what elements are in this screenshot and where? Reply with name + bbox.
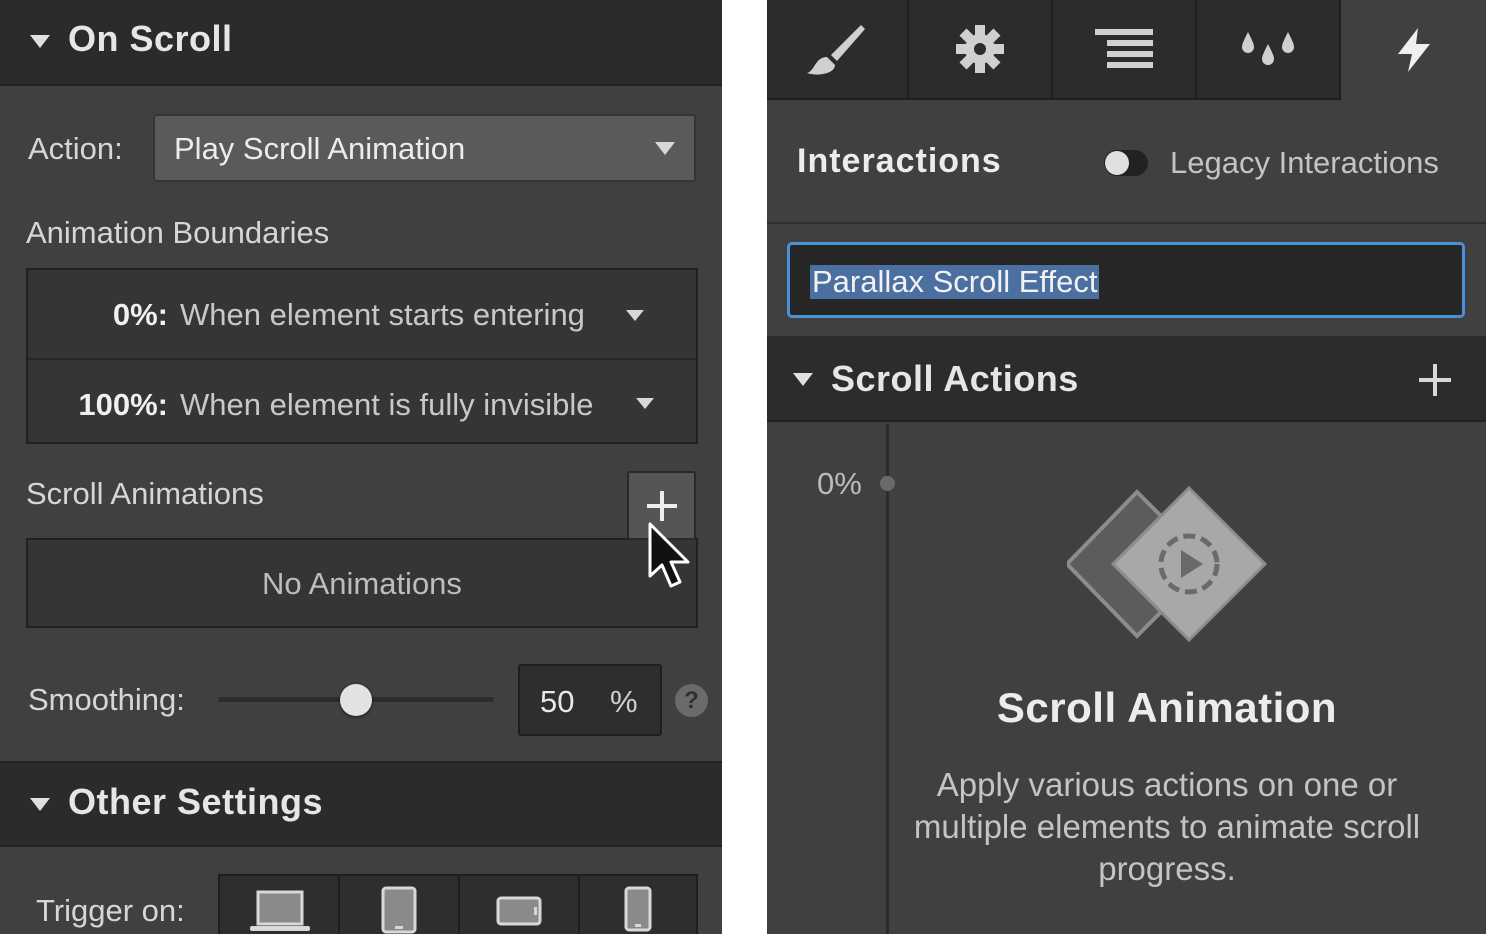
collapse-triangle-icon xyxy=(793,373,813,386)
boundary-end-percent: 100%: xyxy=(78,387,168,422)
brush-icon xyxy=(807,25,865,75)
align-icon xyxy=(1095,29,1153,68)
scroll-animation-icon xyxy=(1067,485,1267,643)
laptop-icon xyxy=(250,890,310,931)
trigger-device-selector xyxy=(218,874,698,934)
tab-style[interactable] xyxy=(767,0,909,100)
empty-state-title: Scroll Animation xyxy=(996,684,1338,731)
lightning-icon xyxy=(1397,28,1430,72)
help-icon[interactable]: ? xyxy=(675,684,708,717)
boundary-end-row[interactable]: 100%: When element is fully invisible xyxy=(28,358,696,446)
legacy-interactions-toggle[interactable] xyxy=(1104,150,1148,176)
smoothing-value: 50 xyxy=(540,684,575,719)
trigger-on-label: Trigger on: xyxy=(36,893,185,928)
boundary-end-text: When element is fully invisible xyxy=(180,387,594,422)
legacy-interactions-label: Legacy Interactions xyxy=(1170,145,1439,180)
action-select[interactable]: Play Scroll Animation xyxy=(153,114,696,182)
panel-tabs xyxy=(767,0,1486,102)
action-label: Action: xyxy=(28,131,123,166)
mouse-cursor-icon xyxy=(648,522,690,588)
action-select-value: Play Scroll Animation xyxy=(174,131,466,166)
boundary-start-text: When element starts entering xyxy=(180,297,585,332)
no-animations-text: No Animations xyxy=(262,566,462,601)
smoothing-value-input[interactable]: 50 % xyxy=(518,664,662,736)
interaction-name-input[interactable]: Parallax Scroll Effect xyxy=(787,242,1465,318)
tab-settings[interactable] xyxy=(909,0,1053,100)
gear-icon xyxy=(956,25,1004,73)
other-settings-title: Other Settings xyxy=(68,781,324,822)
boundary-start-percent: 0%: xyxy=(112,297,168,332)
tablet-icon xyxy=(381,886,417,934)
scroll-animations-label: Scroll Animations xyxy=(26,476,264,511)
trigger-device-tablet-landscape[interactable] xyxy=(460,876,580,934)
on-scroll-settings-panel: On Scroll Action: Play Scroll Animation … xyxy=(0,0,722,934)
on-scroll-section-header[interactable]: On Scroll xyxy=(0,0,722,86)
interactions-panel: Interactions Legacy Interactions Paralla… xyxy=(767,0,1486,934)
toggle-knob xyxy=(1105,151,1129,175)
smoothing-slider-handle[interactable] xyxy=(340,684,372,716)
timeline-start-dot xyxy=(880,476,895,491)
smoothing-label: Smoothing: xyxy=(28,682,185,717)
scroll-actions-section-header[interactable]: Scroll Actions xyxy=(767,336,1486,422)
tablet-landscape-icon xyxy=(496,896,542,926)
trigger-device-tablet[interactable] xyxy=(340,876,460,934)
collapse-triangle-icon xyxy=(30,798,50,811)
other-settings-section-header[interactable]: Other Settings xyxy=(0,761,722,847)
tab-interactions[interactable] xyxy=(1341,0,1486,100)
smoothing-unit: % xyxy=(610,684,638,719)
trigger-device-laptop[interactable] xyxy=(220,876,340,934)
tab-swatches[interactable] xyxy=(1197,0,1341,100)
trigger-device-phone[interactable] xyxy=(580,876,698,934)
timeline-start-percent: 0% xyxy=(817,466,862,501)
scroll-timeline xyxy=(886,424,889,934)
scroll-animations-list: No Animations xyxy=(26,538,698,628)
on-scroll-title: On Scroll xyxy=(68,18,233,59)
divider xyxy=(767,222,1486,224)
interaction-name-value: Parallax Scroll Effect xyxy=(810,264,1100,299)
chevron-down-icon xyxy=(626,310,644,321)
collapse-triangle-icon xyxy=(30,35,50,48)
empty-state-description: Apply various actions on one or multiple… xyxy=(913,766,1421,887)
tab-navigator[interactable] xyxy=(1053,0,1197,100)
chevron-down-icon xyxy=(655,142,675,155)
interactions-title: Interactions xyxy=(797,142,1002,180)
boundary-start-row[interactable]: 0%: When element starts entering xyxy=(28,270,696,356)
drops-icon xyxy=(1242,32,1294,65)
phone-icon xyxy=(624,886,652,932)
scroll-actions-title: Scroll Actions xyxy=(831,358,1079,399)
chevron-down-icon xyxy=(636,398,654,409)
animation-boundaries-label: Animation Boundaries xyxy=(26,215,330,250)
animation-boundaries-box: 0%: When element starts entering 100%: W… xyxy=(26,268,698,444)
